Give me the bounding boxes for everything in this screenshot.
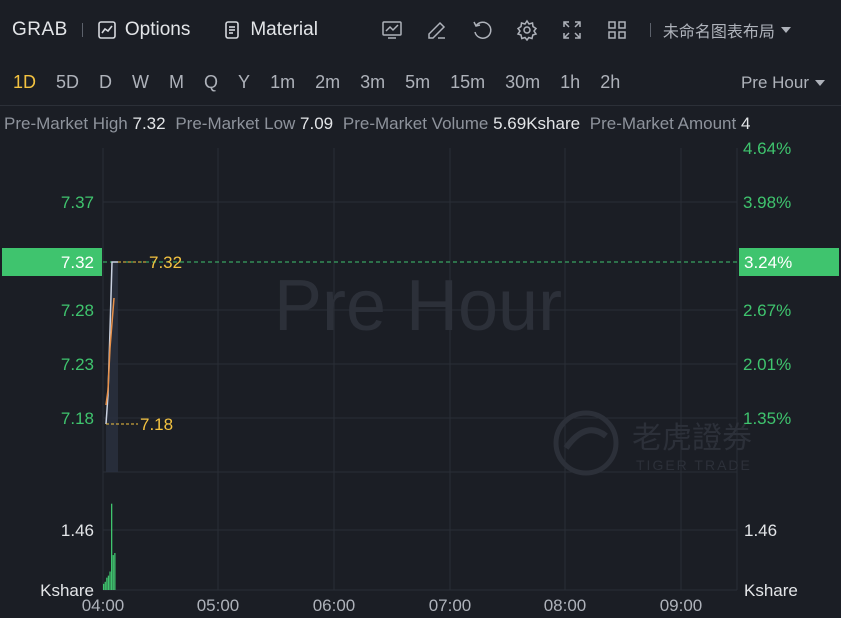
time-tick-5: 09:00 <box>660 596 703 615</box>
session-label: Pre Hour <box>740 73 809 92</box>
time-tick-2: 06:00 <box>313 596 356 615</box>
period-m[interactable]: M <box>169 72 184 93</box>
period-w[interactable]: W <box>132 72 149 93</box>
percent-tick-4: 1.35% <box>743 409 791 428</box>
period-1d[interactable]: 1D <box>13 72 36 93</box>
period-1h[interactable]: 1h <box>560 72 580 93</box>
volume-bar <box>109 571 111 590</box>
layout-selector[interactable]: 未命名图表布局 <box>663 18 791 42</box>
grid-layout-icon[interactable] <box>605 18 629 42</box>
percent-tick-0: 4.64% <box>743 140 791 158</box>
options-chart-icon <box>98 21 116 39</box>
toolbar-divider <box>81 23 83 37</box>
percent-tick-3: 2.01% <box>743 355 791 374</box>
top-toolbar: GRAB Options Material 未命名图表布局 <box>0 0 841 60</box>
current-percent-text: 3.24% <box>744 253 792 272</box>
period-y[interactable]: Y <box>238 72 250 93</box>
volume-tick-left: 1.46 <box>61 521 94 540</box>
high-value: 7.32 <box>132 114 166 133</box>
low-marker-text: 7.18 <box>140 415 173 434</box>
time-tick-3: 07:00 <box>429 596 472 615</box>
period-2m[interactable]: 2m <box>315 72 340 93</box>
high-marker-text: 7.32 <box>149 253 182 272</box>
chevron-down-icon <box>780 27 791 33</box>
volume-bar <box>104 581 106 590</box>
low-value: 7.09 <box>300 114 334 133</box>
volume-label: Pre-Market Volume <box>342 114 489 133</box>
period-15m[interactable]: 15m <box>450 72 485 93</box>
watermark-text: Pre Hour <box>274 266 562 346</box>
volume-value: 5.69Kshare <box>493 114 581 133</box>
percent-tick-1: 3.98% <box>743 193 791 212</box>
period-3m[interactable]: 3m <box>360 72 385 93</box>
volume-bar <box>106 577 108 590</box>
price-tick-2: 7.23 <box>61 355 94 374</box>
low-label: Pre-Market Low <box>175 114 296 133</box>
time-tick-4: 08:00 <box>544 596 587 615</box>
period-q[interactable]: Q <box>204 72 218 93</box>
price-tick-1: 7.28 <box>61 301 94 320</box>
brand-en: TIGER TRADE <box>636 457 752 473</box>
tiger-stripe-icon <box>563 427 608 450</box>
period-30m[interactable]: 30m <box>505 72 540 93</box>
options-label: Options <box>124 19 191 40</box>
volume-bar <box>112 555 114 590</box>
toolbar-divider-2 <box>649 23 651 37</box>
intraday-chart[interactable]: Pre Hour 老虎證券 TIGER TRADE 7.37 7.28 7.23… <box>0 140 841 618</box>
refresh-icon[interactable] <box>470 18 494 42</box>
toolbar-icons <box>380 18 650 42</box>
options-button[interactable]: Options <box>97 19 190 41</box>
brand-cn: 老虎證券 <box>632 422 752 455</box>
period-d[interactable]: D <box>99 72 112 93</box>
price-tick-0: 7.37 <box>61 193 94 212</box>
period-1m[interactable]: 1m <box>270 72 295 93</box>
material-label: Material <box>250 19 318 40</box>
period-5d[interactable]: 5D <box>56 72 79 93</box>
current-price-text: 7.32 <box>61 253 94 272</box>
price-tick-3: 7.18 <box>61 409 94 428</box>
chart-indicator-icon[interactable] <box>380 18 404 42</box>
ticker-symbol[interactable]: GRAB <box>12 19 68 41</box>
volume-bar <box>107 575 110 590</box>
volume-unit-right: Kshare <box>744 581 798 600</box>
layout-name-label: 未命名图表布局 <box>662 24 775 41</box>
volume-tick-right: 1.46 <box>744 521 777 540</box>
period-5m[interactable]: 5m <box>405 72 430 93</box>
percent-tick-2: 2.67% <box>743 301 791 320</box>
document-icon <box>225 21 240 39</box>
tiger-logo: 老虎證券 TIGER TRADE <box>553 410 752 476</box>
price-area <box>106 262 118 472</box>
volume-bar <box>114 553 116 590</box>
fullscreen-icon[interactable] <box>560 18 584 42</box>
material-button[interactable]: Material <box>222 19 318 41</box>
amount-label: Pre-Market Amount <box>589 114 737 133</box>
volume-bar <box>111 503 113 590</box>
time-tick-1: 05:00 <box>197 596 240 615</box>
chart-svg[interactable]: Pre Hour 老虎證券 TIGER TRADE 7.37 7.28 7.23… <box>0 140 841 618</box>
session-selector[interactable]: Pre Hour <box>741 73 825 93</box>
high-label: Pre-Market High <box>4 114 128 133</box>
draw-pen-icon[interactable] <box>425 18 449 42</box>
period-2h[interactable]: 2h <box>600 72 620 93</box>
volume-bar <box>103 583 105 590</box>
pre-market-info: Pre-Market High 7.32 Pre-Market Low 7.09… <box>0 114 841 140</box>
time-tick-0: 04:00 <box>82 596 125 615</box>
amount-value: 4 <box>740 114 751 133</box>
period-selector: 1D 5D D W M Q Y 1m 2m 3m 5m 15m 30m 1h 2… <box>0 60 841 106</box>
volume-bars <box>103 503 116 590</box>
chart-grid <box>102 148 738 591</box>
chevron-down-icon <box>815 80 825 86</box>
gear-icon[interactable] <box>515 18 539 42</box>
